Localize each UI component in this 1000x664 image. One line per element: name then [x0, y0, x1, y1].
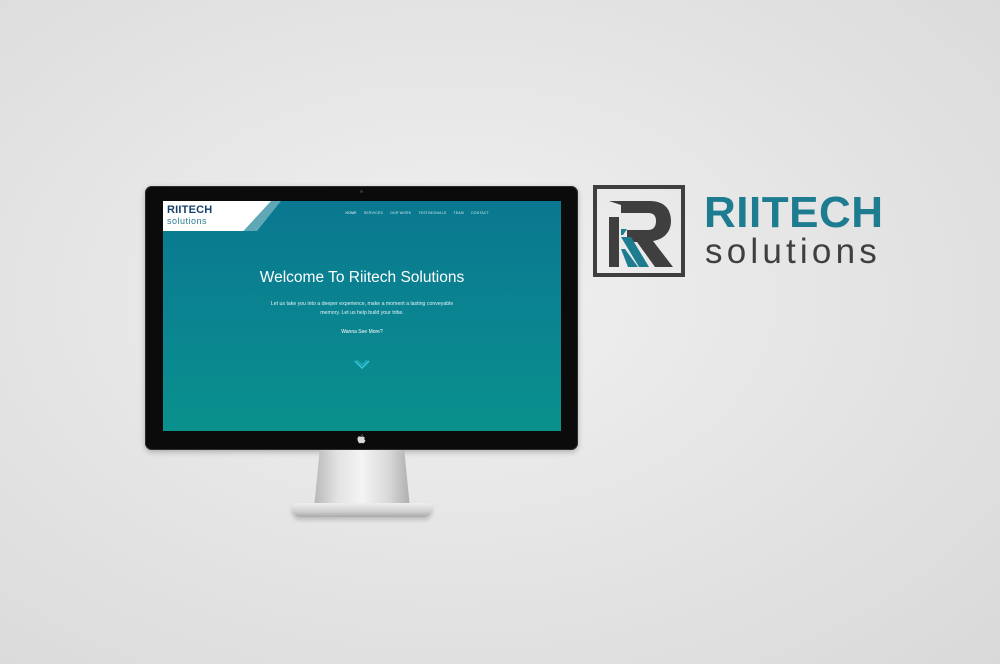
- site-nav: HOME SERVICES OUR WORK TESTIMONIALS TEAM…: [346, 211, 489, 215]
- riitech-logo-mark-icon: [593, 185, 685, 277]
- brand-name: RIITECH: [704, 188, 884, 237]
- nav-team[interactable]: TEAM: [453, 211, 464, 215]
- hero-title: Welcome To Riitech Solutions: [259, 269, 465, 286]
- nav-home[interactable]: HOME: [346, 211, 357, 215]
- site-logo-name: RIITECH: [167, 204, 213, 216]
- monitor: RIITECH solutions HOME SERVICES OUR WORK…: [145, 186, 578, 450]
- monitor-stand-base: [292, 503, 432, 517]
- hero-cta-link[interactable]: Wanna See More?: [163, 329, 561, 335]
- hero-subtitle: Let us take you into a deeper experience…: [270, 301, 454, 316]
- chevron-down-icon[interactable]: [354, 359, 370, 371]
- nav-services[interactable]: SERVICES: [364, 211, 383, 215]
- site-logo-sub: solutions: [167, 216, 208, 226]
- site-logo[interactable]: RIITECH solutions: [163, 201, 241, 231]
- camera-dot: [360, 190, 363, 193]
- nav-our-work[interactable]: OUR WORK: [390, 211, 411, 215]
- apple-logo-icon: [357, 434, 366, 444]
- website-screen: RIITECH solutions HOME SERVICES OUR WORK…: [163, 201, 561, 431]
- monitor-stand-neck: [314, 450, 410, 508]
- nav-testimonials[interactable]: TESTIMONIALS: [418, 211, 446, 215]
- brand-tagline: solutions: [705, 232, 881, 271]
- nav-contact[interactable]: CONTACT: [471, 211, 489, 215]
